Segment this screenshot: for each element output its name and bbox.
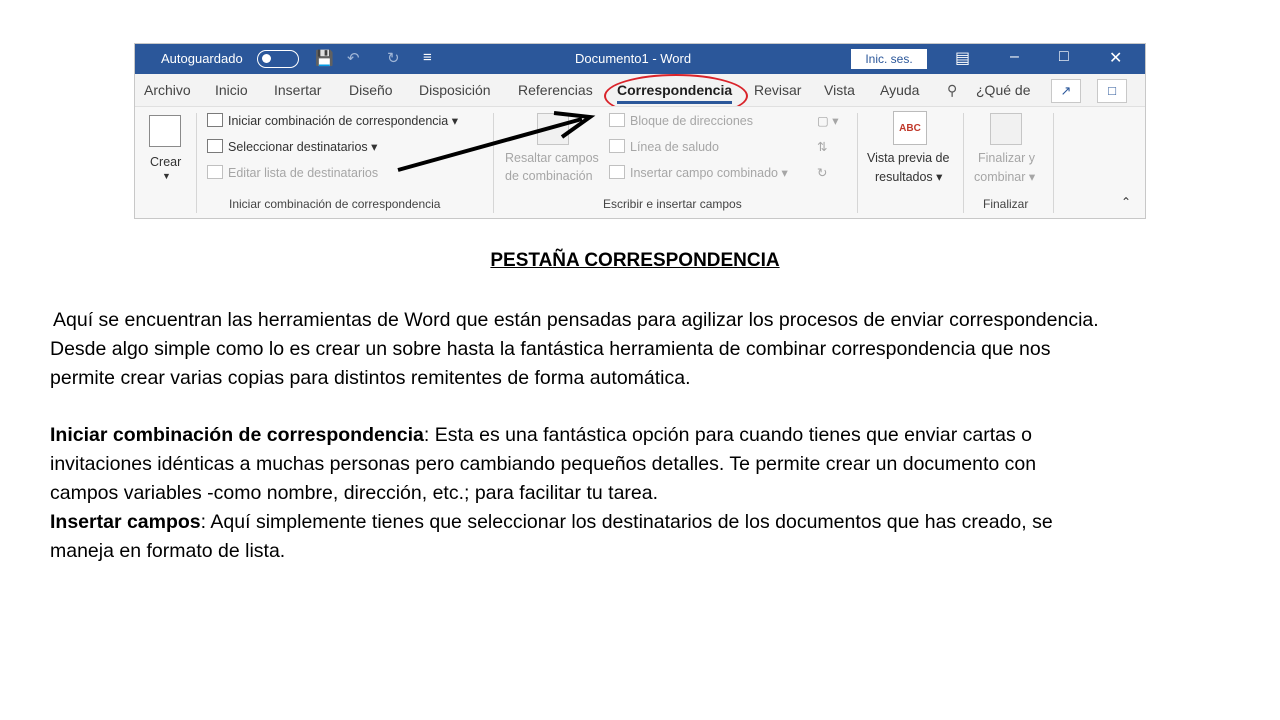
tab-vista[interactable]: Vista xyxy=(824,82,855,98)
address-block-button[interactable]: Bloque de direcciones xyxy=(609,113,753,128)
recipients-icon xyxy=(207,139,223,153)
undo-icon[interactable]: ↶ xyxy=(347,49,360,67)
page-title: PESTAÑA CORRESPONDENCIA xyxy=(490,250,780,271)
finish-merge-icon xyxy=(990,113,1022,145)
start-merge-icon xyxy=(207,113,223,127)
rules-icon[interactable]: ▢ ▾ xyxy=(817,113,839,128)
autosave-toggle[interactable] xyxy=(257,50,299,68)
item-title: Insertar campos xyxy=(50,511,201,533)
group-label-start-merge: Iniciar combinación de correspondencia xyxy=(229,197,441,211)
match-fields-icon[interactable]: ⇅ xyxy=(817,139,827,154)
start-merge-button[interactable]: Iniciar combinación de correspondencia ▾ xyxy=(207,113,458,128)
save-icon[interactable]: 💾 xyxy=(315,49,334,67)
edit-list-icon xyxy=(207,165,223,179)
intro-line: Desde algo simple como lo es crear un so… xyxy=(50,338,1051,360)
intro-paragraph-cont: Desde algo simple como lo es crear un so… xyxy=(50,335,1250,393)
intro-paragraph: Aquí se encuentran las herramientas de W… xyxy=(53,306,1253,335)
item-text: : Esta es una fantástica opción para cua… xyxy=(423,424,1032,446)
customize-qat-icon[interactable]: ≡ xyxy=(423,49,432,66)
greeting-line-button[interactable]: Línea de saludo xyxy=(609,139,719,154)
select-recipients-button[interactable]: Seleccionar destinatarios ▾ xyxy=(207,139,377,154)
highlight-fields-icon xyxy=(537,113,569,145)
signin-button[interactable]: Inic. ses. xyxy=(851,49,927,69)
document-title: Documento1 - Word xyxy=(575,51,692,66)
insert-field-icon xyxy=(609,165,625,179)
tab-archivo[interactable]: Archivo xyxy=(144,82,191,98)
greeting-line-label: Línea de saludo xyxy=(630,140,719,154)
tab-insertar[interactable]: Insertar xyxy=(274,82,321,98)
tab-referencias[interactable]: Referencias xyxy=(518,82,593,98)
group-label-finish: Finalizar xyxy=(983,197,1029,211)
envelope-icon[interactable] xyxy=(149,115,181,147)
tab-diseno[interactable]: Diseño xyxy=(349,82,393,98)
comments-button[interactable]: □ xyxy=(1097,79,1127,103)
highlight-fields-label-2[interactable]: de combinación xyxy=(505,169,593,183)
intro-line: Aquí se encuentran las herramientas de W… xyxy=(53,309,1099,331)
autosave-label: Autoguardado xyxy=(161,51,243,66)
tell-me-input[interactable]: ¿Qué de xyxy=(976,82,1030,98)
close-icon[interactable]: ✕ xyxy=(1109,48,1122,68)
item-text: : Aquí simplemente tienes que selecciona… xyxy=(200,511,1053,533)
address-block-label: Bloque de direcciones xyxy=(630,114,753,128)
title-bar: Autoguardado 💾 ↶ ↻ ≡ Documento1 - Word I… xyxy=(135,44,1145,74)
item-text: invitaciones idénticas a muchas personas… xyxy=(50,453,1037,475)
minimize-icon[interactable]: – xyxy=(1010,48,1019,66)
maximize-icon[interactable]: □ xyxy=(1059,48,1069,66)
finish-label-2: combinar xyxy=(974,170,1026,184)
insert-merge-field-label: Insertar campo combinado xyxy=(630,166,778,180)
tab-ayuda[interactable]: Ayuda xyxy=(880,82,919,98)
edit-recipients-label: Editar lista de destinatarios xyxy=(228,166,379,180)
collapse-ribbon-icon[interactable]: ⌃ xyxy=(1121,195,1131,209)
item-merge-paragraph: Iniciar combinación de correspondencia: … xyxy=(50,421,1250,566)
start-merge-label: Iniciar combinación de correspondencia xyxy=(228,114,449,128)
highlight-fields-label-1[interactable]: Resaltar campos xyxy=(505,151,599,165)
select-recipients-label: Seleccionar destinatarios xyxy=(228,140,368,154)
divider xyxy=(857,113,858,213)
preview-results-icon[interactable]: ABC xyxy=(893,111,927,145)
tab-disposicion[interactable]: Disposición xyxy=(419,82,491,98)
divider xyxy=(196,113,197,213)
divider xyxy=(1053,113,1054,213)
ribbon-panel: Crear ▼ Iniciar combinación de correspon… xyxy=(135,106,1145,218)
item-title: Iniciar combinación de correspondencia xyxy=(50,424,424,446)
chevron-down-icon[interactable]: ▼ xyxy=(162,171,171,181)
update-labels-icon[interactable]: ↻ xyxy=(817,165,827,180)
word-ribbon-screenshot: Autoguardado 💾 ↶ ↻ ≡ Documento1 - Word I… xyxy=(134,43,1146,219)
preview-label-2: resultados xyxy=(875,170,933,184)
finish-label-1[interactable]: Finalizar y xyxy=(978,151,1035,165)
tab-revisar[interactable]: Revisar xyxy=(754,82,801,98)
greeting-line-icon xyxy=(609,139,625,153)
share-button[interactable]: ↗ xyxy=(1051,79,1081,103)
ribbon-display-icon[interactable]: ▤ xyxy=(955,48,970,68)
insert-merge-field-button[interactable]: Insertar campo combinado ▾ xyxy=(609,165,788,180)
intro-line: permite crear varias copias para distint… xyxy=(50,367,691,389)
item-text: maneja en formato de lista. xyxy=(50,540,286,562)
item-text: campos variables -como nombre, dirección… xyxy=(50,482,659,504)
divider xyxy=(493,113,494,213)
ribbon-tabs: Archivo Inicio Insertar Diseño Disposici… xyxy=(135,74,1145,118)
search-icon[interactable]: ⚲ xyxy=(947,82,957,99)
tab-inicio[interactable]: Inicio xyxy=(215,82,248,98)
group-label-write-insert: Escribir e insertar campos xyxy=(603,197,742,211)
preview-results-button[interactable]: resultados ▾ xyxy=(875,169,942,184)
redo-icon[interactable]: ↻ xyxy=(387,49,400,67)
divider xyxy=(963,113,964,213)
address-block-icon xyxy=(609,113,625,127)
crear-button[interactable]: Crear xyxy=(150,155,181,169)
finish-merge-button[interactable]: combinar ▾ xyxy=(974,169,1035,184)
edit-recipients-button[interactable]: Editar lista de destinatarios xyxy=(207,165,378,180)
preview-label-1[interactable]: Vista previa de xyxy=(867,151,949,165)
